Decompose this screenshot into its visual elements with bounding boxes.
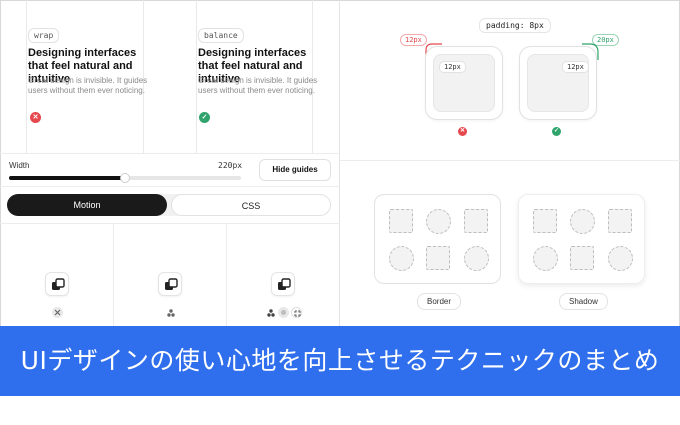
good-status-icon: ✓: [199, 112, 210, 123]
dashed-square: [533, 209, 557, 233]
guide-line: [196, 0, 197, 153]
cluster-icon: [165, 307, 176, 318]
dashed-circle: [464, 246, 489, 271]
width-control-bar: Width 220px Hide guides: [0, 153, 340, 187]
border-label: Border: [417, 293, 462, 310]
width-slider-fill: [9, 176, 125, 180]
shadow-label: Shadow: [559, 293, 608, 310]
dashed-square: [426, 246, 450, 270]
balance-body: Great design is invisible. It guides use…: [198, 76, 318, 95]
cluster-icon: [265, 307, 276, 318]
guide-line: [26, 0, 27, 153]
dashed-circle: [533, 246, 558, 271]
stacked-squares-icon[interactable]: [158, 272, 182, 296]
bad-status-icon: ✕: [30, 112, 41, 123]
stacked-squares-icon[interactable]: [45, 272, 69, 296]
dashed-circle: [426, 209, 451, 234]
dashed-square: [608, 209, 632, 233]
stacked-squares-icon[interactable]: [271, 272, 295, 296]
inner-radius-good-tag: 12px: [562, 61, 589, 73]
dashed-square: [464, 209, 488, 233]
width-slider[interactable]: [9, 173, 241, 183]
bad-status-icon: ✕: [458, 127, 467, 136]
radius-inner-good: 12px: [527, 54, 589, 112]
left-panel: wrap Designing interfaces that feel natu…: [0, 0, 340, 327]
dashed-circle: [389, 246, 414, 271]
wrap-mode-badge: wrap: [28, 28, 60, 43]
padding-label: padding: 8px: [479, 18, 551, 33]
shadow-card: [518, 194, 645, 284]
tab-css[interactable]: CSS: [171, 194, 331, 216]
radius-card-bad: 12px: [425, 46, 503, 120]
banner-title: UIデザインの使い心地を向上させるテクニックのまとめ: [20, 346, 660, 375]
dashed-circle: [570, 209, 595, 234]
dashed-square: [389, 209, 413, 233]
blur-icon: [278, 307, 289, 318]
bottom-margin: [0, 396, 680, 425]
shrink-icon: [291, 307, 302, 318]
cell-divider: [113, 224, 114, 327]
radius-card-good: 12px: [519, 46, 597, 120]
balance-mode-badge: balance: [198, 28, 244, 43]
border-card: [374, 194, 501, 284]
width-label: Width: [9, 161, 30, 170]
good-status-icon: ✓: [552, 127, 561, 136]
tab-motion[interactable]: Motion: [7, 194, 167, 216]
tab-bar: Motion CSS: [7, 194, 331, 216]
width-slider-thumb[interactable]: [120, 173, 130, 183]
motion-demo-area: [0, 223, 340, 327]
section-divider: [340, 160, 680, 161]
text-wrap-demo: wrap Designing interfaces that feel natu…: [0, 0, 340, 153]
dashed-circle: [608, 246, 633, 271]
hide-guides-button[interactable]: Hide guides: [259, 159, 331, 181]
wrap-body: Great design is invisible. It guides use…: [28, 76, 148, 95]
width-value: 220px: [218, 161, 243, 170]
title-banner: UIデザインの使い心地を向上させるテクニックのまとめ: [0, 326, 680, 396]
cell-divider: [226, 224, 227, 327]
radius-inner-bad: 12px: [433, 54, 495, 112]
close-circle-icon: [52, 307, 63, 318]
inner-radius-bad-tag: 12px: [439, 61, 466, 73]
outer-radius-bad-tag: 12px: [400, 34, 427, 46]
dashed-square: [570, 246, 594, 270]
